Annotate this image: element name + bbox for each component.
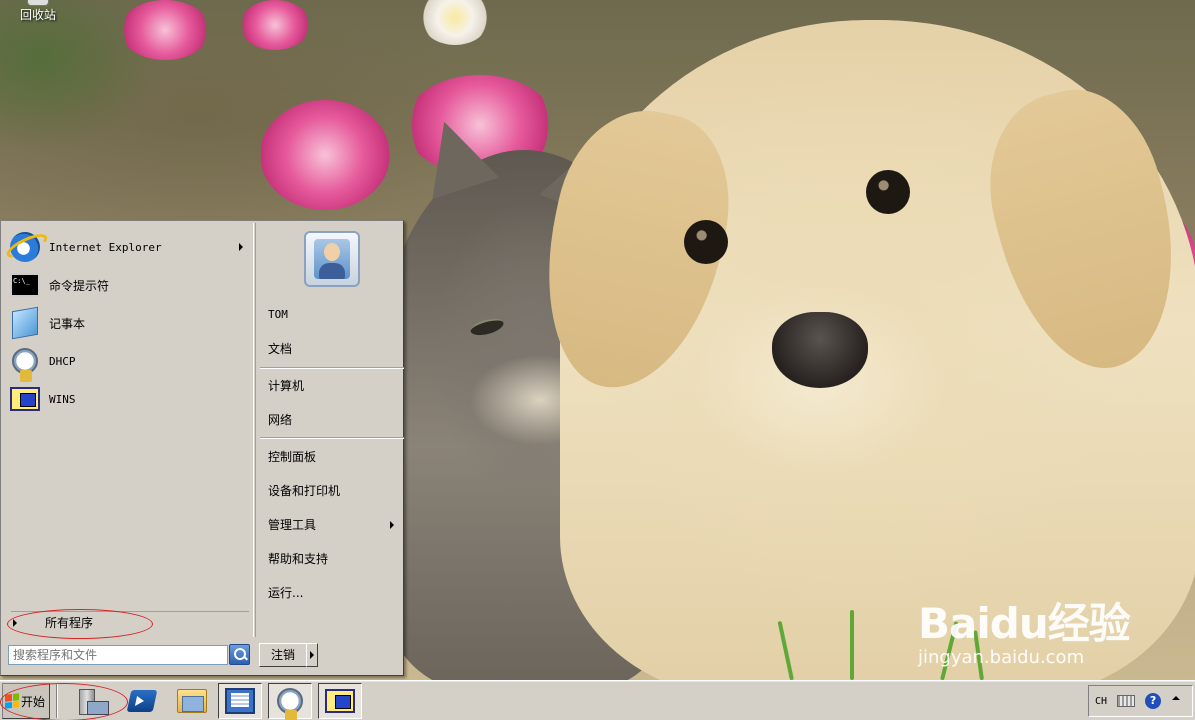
user-icon — [314, 239, 350, 279]
baidu-watermark: Baidu经验 jingyan.baidu.com — [918, 590, 1178, 680]
tray-expand-icon[interactable] — [1171, 693, 1181, 709]
puppy-photo — [522, 20, 1195, 680]
program-label: DHCP — [49, 354, 76, 368]
taskbar-server-manager[interactable] — [70, 683, 114, 719]
computer-management-icon — [225, 688, 255, 714]
baidu-watermark-logo: Baidu经验 — [918, 599, 1131, 648]
taskbar-wins[interactable] — [318, 683, 362, 719]
puppy-eye — [684, 220, 728, 264]
taskbar-dhcp[interactable] — [268, 683, 312, 720]
dhcp-icon — [277, 688, 303, 720]
taskbar-computer-management[interactable] — [218, 683, 262, 719]
puppy-nose — [772, 312, 868, 388]
start-menu-programs-pane: Internet Explorer C:\_ 命令提示符 记事本 DHCP WI… — [3, 223, 254, 639]
submenu-arrow-icon — [390, 521, 394, 529]
powershell-icon — [126, 690, 158, 712]
menu-separator — [260, 367, 404, 369]
recycle-bin-shortcut[interactable]: 回收站 — [18, 0, 58, 23]
kitten-eye — [468, 315, 506, 339]
dhcp-icon — [12, 348, 38, 382]
taskbar: 开始 CH ? — [0, 680, 1195, 720]
recycle-bin-label: 回收站 — [19, 8, 56, 22]
internet-explorer-icon — [10, 232, 40, 262]
flower-decoration — [420, 0, 490, 45]
flower-decoration — [260, 100, 390, 210]
documents-link[interactable]: 文档 — [268, 339, 398, 359]
program-dhcp[interactable]: DHCP — [9, 343, 253, 382]
shutdown-options-button[interactable] — [306, 643, 318, 667]
user-avatar[interactable] — [304, 231, 360, 287]
server-manager-icon — [77, 687, 109, 715]
keyboard-icon[interactable] — [1117, 695, 1136, 707]
taskbar-powershell[interactable] — [120, 683, 164, 719]
language-indicator[interactable]: CH — [1095, 696, 1107, 707]
search-input[interactable] — [8, 645, 228, 665]
grass-blade — [850, 610, 854, 680]
admin-tools-link[interactable]: 管理工具 — [268, 515, 398, 535]
explorer-folder-icon — [177, 689, 207, 713]
highlight-circle — [7, 609, 153, 639]
program-internet-explorer[interactable]: Internet Explorer — [9, 229, 253, 265]
flower-decoration — [120, 0, 210, 60]
help-icon[interactable]: ? — [1145, 693, 1162, 709]
program-label: WINS — [49, 392, 76, 406]
program-wins[interactable]: WINS — [9, 381, 253, 417]
taskbar-separator — [56, 684, 58, 718]
devices-printers-link[interactable]: 设备和打印机 — [268, 481, 398, 501]
start-menu-places-pane: TOM 文档 计算机 网络 控制面板 设备和打印机 管理工具 帮助和支持 运行.… — [255, 223, 404, 637]
wins-icon — [10, 387, 40, 411]
taskbar-explorer[interactable] — [170, 683, 214, 719]
admin-tools-label: 管理工具 — [268, 518, 317, 532]
search-button[interactable] — [229, 644, 250, 665]
system-tray: CH ? — [1088, 685, 1193, 717]
menu-separator — [260, 437, 404, 439]
run-link[interactable]: 运行... — [268, 583, 398, 603]
notepad-icon — [12, 306, 38, 340]
puppy-ear — [968, 73, 1195, 387]
program-label: Internet Explorer — [49, 240, 162, 254]
puppy-eye — [866, 170, 910, 214]
program-label: 记事本 — [49, 316, 86, 331]
program-label: 命令提示符 — [49, 278, 110, 293]
help-support-link[interactable]: 帮助和支持 — [268, 549, 398, 569]
user-folder-link[interactable]: TOM — [268, 305, 398, 325]
logoff-button[interactable]: 注销 — [259, 643, 307, 667]
submenu-arrow-icon — [239, 243, 243, 251]
network-link[interactable]: 网络 — [268, 410, 398, 430]
computer-link[interactable]: 计算机 — [268, 376, 398, 396]
command-prompt-icon: C:\_ — [10, 273, 40, 297]
flower-decoration — [240, 0, 310, 50]
start-menu: Internet Explorer C:\_ 命令提示符 记事本 DHCP WI… — [0, 220, 404, 676]
baidu-watermark-url: jingyan.baidu.com — [918, 647, 1085, 668]
program-notepad[interactable]: 记事本 — [9, 305, 253, 341]
wins-icon — [325, 689, 355, 713]
program-command-prompt[interactable]: C:\_ 命令提示符 — [9, 267, 253, 303]
control-panel-link[interactable]: 控制面板 — [268, 447, 398, 467]
